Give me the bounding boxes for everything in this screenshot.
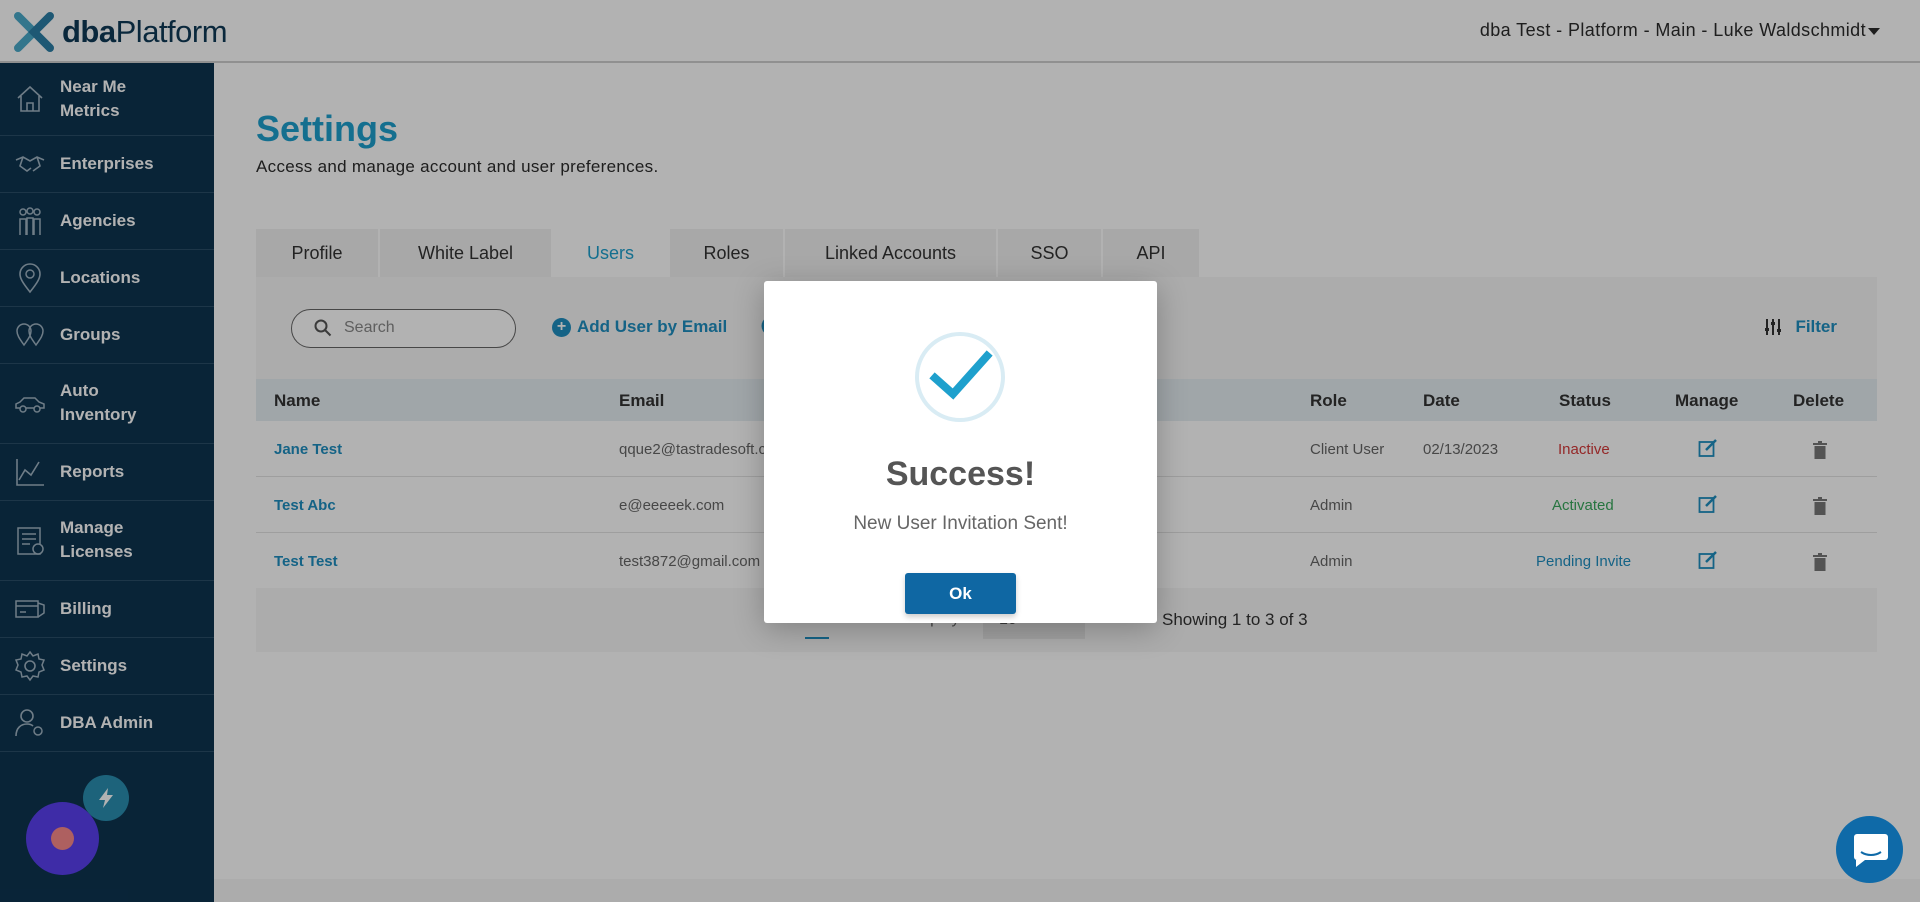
success-check-icon: [915, 332, 1005, 422]
chat-bubble-icon: [1853, 833, 1888, 867]
chat-widget-button[interactable]: [1836, 816, 1903, 883]
dialog-title: Success!: [885, 455, 1036, 493]
dialog-message: New User Invitation Sent!: [853, 513, 1068, 534]
success-dialog: Success! New User Invitation Sent! Ok: [764, 281, 1157, 623]
ok-button[interactable]: Ok: [905, 573, 1016, 614]
